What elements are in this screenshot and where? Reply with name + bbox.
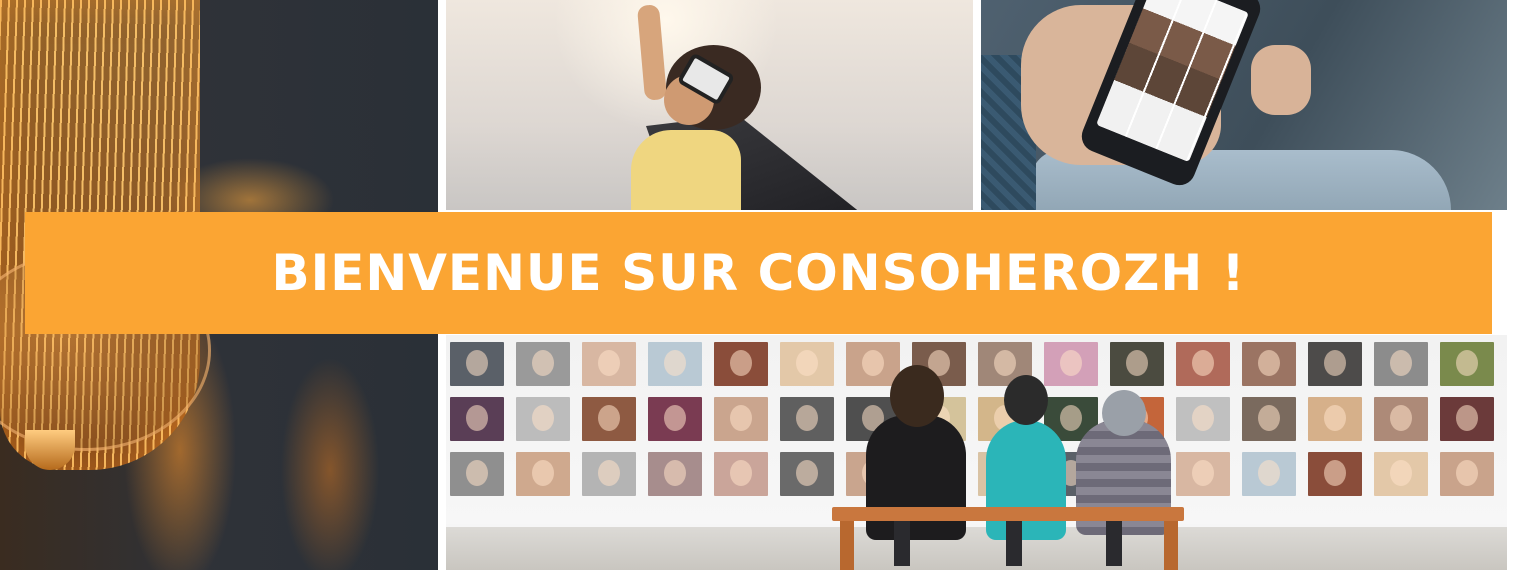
bench [832,507,1184,521]
person-legs [1006,521,1022,566]
face-tile [582,342,636,386]
bench-leg [1164,521,1178,570]
face-tile [450,452,504,496]
face-tile [1242,342,1296,386]
face-tile [450,397,504,441]
face-tile [582,397,636,441]
face-tile [1176,342,1230,386]
raised-arm [636,4,668,101]
face-tile [714,452,768,496]
bench-leg [840,521,854,570]
face-tile [780,452,834,496]
floor [446,527,1507,570]
face-tile [714,342,768,386]
face-tile [1176,452,1230,496]
face-tile [1440,342,1494,386]
face-tile [1176,397,1230,441]
person-legs [1106,521,1122,566]
face-tile [1110,342,1164,386]
welcome-banner: BIENVENUE SUR CONSOHEROZH ! [25,212,1492,334]
face-tile [1440,452,1494,496]
face-tile [582,452,636,496]
smartphone-photo [981,0,1507,210]
fingers [1251,45,1311,115]
face-tile [1374,342,1428,386]
face-tile [714,397,768,441]
face-tile [1242,397,1296,441]
face-tile [1308,452,1362,496]
face-tile [1374,452,1428,496]
face-tile [648,397,702,441]
face-tile [1308,342,1362,386]
face-tile [1308,397,1362,441]
photo-collage: BIENVENUE SUR CONSOHEROZH ! [0,0,1520,578]
face-tile [516,342,570,386]
face-tile [648,342,702,386]
face-tile [1440,397,1494,441]
faces-wall-photo [446,335,1507,570]
face-tile [450,342,504,386]
face-tile [1374,397,1428,441]
person-legs [894,521,910,566]
superhero-photo [446,0,973,210]
banner-title: BIENVENUE SUR CONSOHEROZH ! [271,244,1246,302]
face-tile [780,342,834,386]
face-tile [516,397,570,441]
shirt [631,130,741,210]
face-tile [1044,342,1098,386]
face-tile [846,342,900,386]
face-tile [1242,452,1296,496]
face-tile [516,452,570,496]
face-tile [648,452,702,496]
face-tile [780,397,834,441]
